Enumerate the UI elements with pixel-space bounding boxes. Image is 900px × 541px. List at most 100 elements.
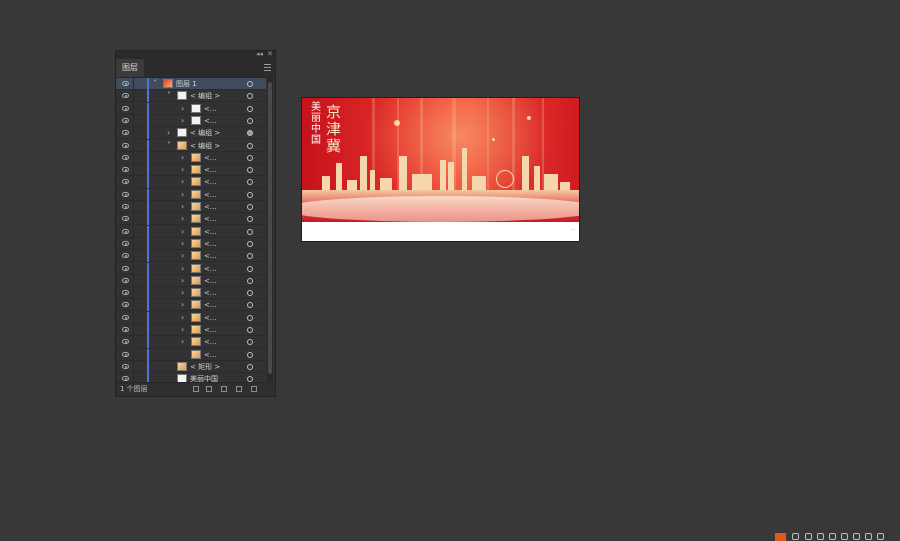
lock-column[interactable] [133,114,134,127]
layer-row[interactable]: <... [116,348,266,361]
new-layer-icon[interactable] [236,386,242,392]
lock-column[interactable] [133,90,134,103]
make-clipping-mask-icon[interactable] [206,386,212,392]
scrollbar-thumb[interactable] [268,82,272,374]
layer-row[interactable]: › <... [116,201,266,213]
layer-row[interactable]: ˅ < 编组 > [116,90,266,103]
layer-row[interactable]: < 矩形 > [116,360,266,373]
artboard[interactable]: 美丽中国 京津冀 … [302,98,579,241]
layer-row[interactable]: › <... [116,250,266,263]
lock-column[interactable] [133,360,134,373]
layer-row[interactable]: › <... [116,151,266,164]
lock-column[interactable] [133,78,134,90]
layer-name[interactable]: 图层 1 [176,78,197,90]
tray-icon[interactable] [877,533,884,540]
layer-name[interactable]: <... [204,152,217,164]
visibility-eye-icon[interactable] [122,302,129,308]
tray-icon[interactable] [817,533,824,540]
chevron-right-icon[interactable]: › [181,202,184,212]
visibility-eye-icon[interactable] [122,117,129,123]
layer-name[interactable]: <... [204,336,217,348]
target-circle-icon[interactable] [247,339,253,346]
layer-name[interactable]: <... [204,213,217,225]
target-circle-icon[interactable] [247,265,253,272]
target-circle-icon[interactable] [247,228,253,235]
layer-row[interactable]: › <... [116,311,266,324]
lock-column[interactable] [133,213,134,226]
visibility-eye-icon[interactable] [122,363,129,369]
lock-column[interactable] [133,311,134,324]
target-circle-icon[interactable] [247,81,253,87]
lock-column[interactable] [133,139,134,152]
visibility-eye-icon[interactable] [122,228,129,234]
target-circle-icon[interactable] [247,142,253,149]
tab-layers[interactable]: 图层 [116,59,144,77]
target-circle-icon[interactable] [247,363,253,370]
target-circle-icon[interactable] [247,117,253,124]
chevron-right-icon[interactable]: › [181,214,184,224]
input-method-icon[interactable] [775,533,786,541]
lock-column[interactable] [133,188,134,201]
visibility-eye-icon[interactable] [122,376,129,382]
chevron-down-icon[interactable]: ˅ [153,79,157,89]
close-icon[interactable]: ✕ [267,50,273,59]
target-circle-icon[interactable] [247,302,253,309]
layer-name[interactable]: < 编组 > [190,140,220,152]
layer-name[interactable]: <... [204,176,217,188]
visibility-eye-icon[interactable] [122,142,129,148]
tray-icon[interactable] [865,533,872,540]
new-sublayer-icon[interactable] [221,386,227,392]
tray-icon[interactable] [792,533,799,540]
layer-name[interactable]: <... [204,250,217,262]
tray-icon[interactable] [829,533,836,540]
visibility-eye-icon[interactable] [122,93,129,99]
chevron-right-icon[interactable]: › [181,264,184,274]
layer-row[interactable]: ˅ 图层 1 [116,78,266,90]
layer-row[interactable]: › <... [116,324,266,336]
target-circle-icon[interactable] [247,351,253,358]
chevron-right-icon[interactable]: › [181,153,184,163]
lock-column[interactable] [133,324,134,336]
target-circle-icon[interactable] [247,327,253,333]
visibility-eye-icon[interactable] [122,327,129,332]
chevron-right-icon[interactable]: › [181,337,184,347]
layer-name[interactable]: <... [204,263,217,275]
lock-column[interactable] [133,250,134,263]
visibility-eye-icon[interactable] [122,191,129,197]
layer-name[interactable]: <... [204,324,217,336]
layer-name[interactable]: <... [204,226,217,238]
visibility-eye-icon[interactable] [122,154,129,160]
lock-column[interactable] [133,127,134,140]
visibility-eye-icon[interactable] [122,351,129,357]
target-circle-icon[interactable] [247,130,253,137]
layer-name[interactable]: <... [204,312,217,324]
chevron-right-icon[interactable]: › [167,128,170,138]
tray-icon[interactable] [805,533,812,540]
layer-name[interactable]: <... [204,164,217,176]
lock-column[interactable] [133,274,134,287]
visibility-eye-icon[interactable] [122,81,129,86]
lock-column[interactable] [133,237,134,250]
chevron-down-icon[interactable]: ˅ [167,91,171,101]
chevron-right-icon[interactable]: › [181,190,184,200]
lock-column[interactable] [133,287,134,300]
tray-icon[interactable] [853,533,860,540]
layer-row[interactable]: › <... [116,213,266,226]
chevron-right-icon[interactable]: › [181,177,184,187]
layer-row[interactable]: › <... [116,274,266,287]
target-circle-icon[interactable] [247,167,253,174]
layer-name[interactable]: < 矩形 > [190,361,220,373]
chevron-right-icon[interactable]: › [181,288,184,298]
visibility-eye-icon[interactable] [122,290,129,296]
panel-menu-icon[interactable] [264,64,271,71]
chevron-right-icon[interactable]: › [181,227,184,237]
layer-row[interactable]: › <... [116,114,266,127]
layer-name[interactable]: <... [204,287,217,299]
lock-column[interactable] [133,102,134,115]
visibility-eye-icon[interactable] [122,265,129,271]
delete-layer-icon[interactable] [251,386,257,392]
layer-row[interactable]: › <... [116,225,266,238]
target-circle-icon[interactable] [247,277,253,284]
target-circle-icon[interactable] [247,154,253,161]
layer-row[interactable]: › <... [116,299,266,312]
